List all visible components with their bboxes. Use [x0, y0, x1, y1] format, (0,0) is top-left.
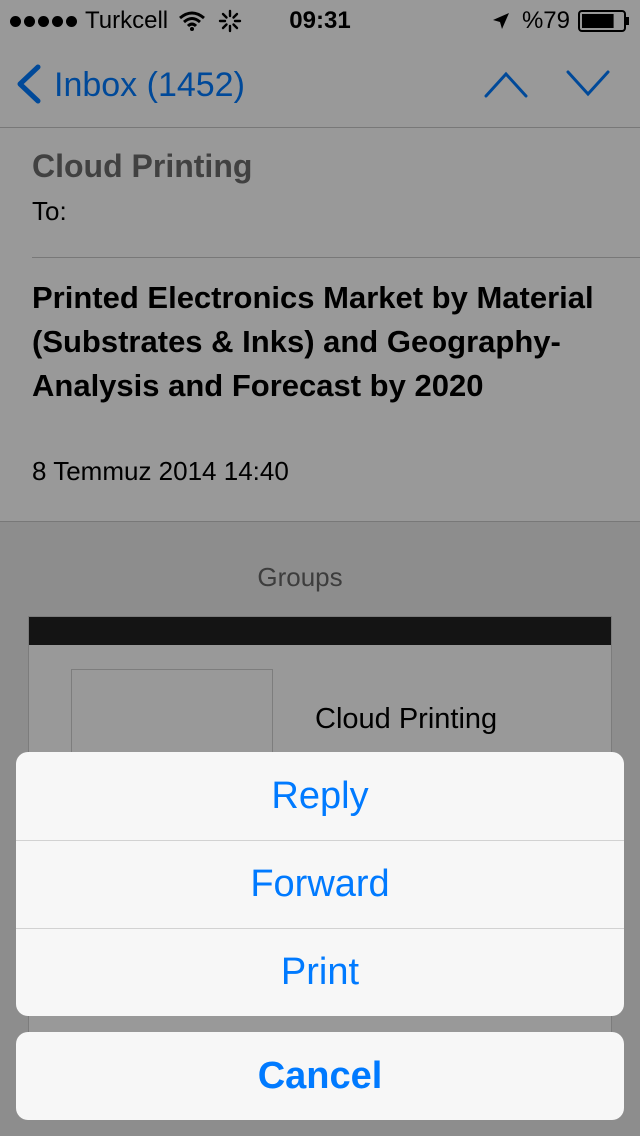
print-button[interactable]: Print	[16, 928, 624, 1016]
forward-button[interactable]: Forward	[16, 840, 624, 928]
action-sheet: Reply Forward Print	[16, 752, 624, 1016]
cancel-button[interactable]: Cancel	[16, 1032, 624, 1120]
reply-button[interactable]: Reply	[16, 752, 624, 840]
